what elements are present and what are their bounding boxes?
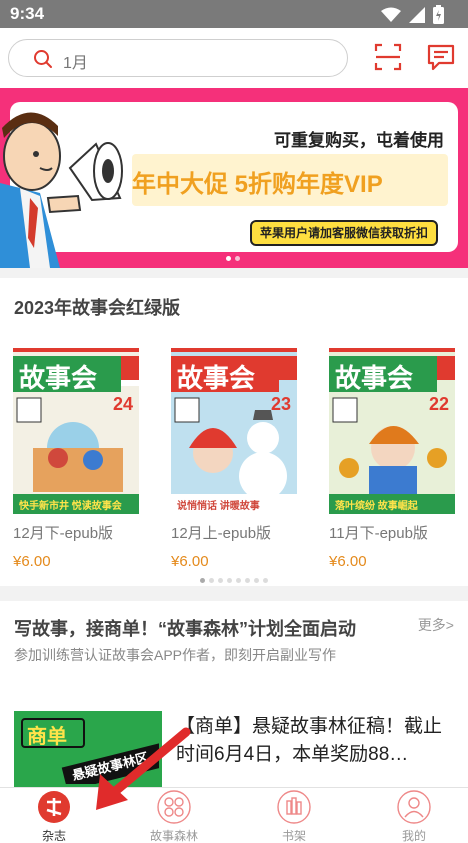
- search-icon: [34, 50, 52, 68]
- promo-title: 写故事，接商单！“故事森林”计划全面启动: [14, 619, 356, 639]
- cover-caption: 快手新市井 悦读故事会: [19, 501, 122, 512]
- pager-dot: [227, 578, 232, 583]
- message-icon[interactable]: [426, 42, 456, 72]
- pager-dot: [200, 578, 205, 583]
- magazine-name: 11月下-epub版: [329, 525, 428, 542]
- pager-dot: [236, 578, 241, 583]
- tab-mine[interactable]: 我的: [366, 790, 462, 843]
- cover-title: 故事会: [335, 364, 414, 394]
- magazine-section: 2023年故事会红绿版 故事会 24 快手新市井 悦读故事会 12月下-epub…: [0, 278, 468, 586]
- scan-icon[interactable]: [374, 42, 402, 72]
- signal-icon: [409, 6, 425, 23]
- banner-pager: [226, 256, 240, 261]
- magazine-cover[interactable]: 故事会 24 快手新市井 悦读故事会: [13, 348, 139, 514]
- banner-sub-text: 苹果用户请加客服微信获取折扣: [250, 220, 439, 246]
- magazine-item[interactable]: 故事会 24 快手新市井 悦读故事会 12月下-epub版 ¥6.00: [13, 348, 139, 570]
- cover-title: 故事会: [177, 364, 256, 394]
- thumb-label: 商单: [27, 726, 67, 748]
- magazine-price: ¥6.00: [329, 553, 367, 570]
- magazine-price: ¥6.00: [171, 553, 209, 570]
- search-input[interactable]: 1月: [8, 39, 348, 77]
- status-icons: [381, 5, 444, 24]
- cover-title: 故事会: [19, 364, 98, 394]
- pager-dot: [209, 578, 214, 583]
- cover-caption: 说悄悄话 讲暖故事: [177, 501, 260, 512]
- promo-banner[interactable]: 可重复购买，屯着使用 年中大促 5折购年度VIP 苹果用户请加客服微信获取折扣: [0, 88, 468, 268]
- tab-label: 我的: [401, 829, 426, 843]
- bookshelf-icon: [277, 790, 311, 824]
- more-link[interactable]: 更多>: [418, 615, 454, 635]
- search-placeholder: 1月: [63, 55, 88, 72]
- banner-dot: [226, 256, 231, 261]
- cover-issue: 24: [113, 394, 134, 414]
- tab-label: 故事森林: [149, 829, 198, 843]
- user-icon: [397, 790, 431, 824]
- pager-dot: [254, 578, 259, 583]
- status-time: 9:34: [10, 4, 45, 23]
- pager-dot: [263, 578, 268, 583]
- magazine-item[interactable]: 故事会 22 落叶缤纷 故事崛起 11月下-epub版 ¥6.00: [329, 348, 455, 570]
- banner-main-strip: 年中大促 5折购年度VIP: [132, 154, 448, 206]
- pager-dot: [245, 578, 250, 583]
- grid-circles-icon: [157, 790, 191, 824]
- tab-bookshelf[interactable]: 书架: [246, 790, 342, 843]
- banner-main-text: 年中大促 5折购年度VIP: [132, 171, 383, 198]
- magazine-cover[interactable]: 故事会 22 落叶缤纷 故事崛起: [329, 348, 455, 514]
- status-bar: 9:34: [0, 0, 468, 28]
- cover-issue: 23: [271, 394, 292, 414]
- cover-caption: 落叶缤纷 故事崛起: [335, 501, 418, 512]
- promo-section: 写故事，接商单！“故事森林”计划全面启动 更多> 参加训练营认证故事会APP作者…: [0, 601, 468, 787]
- tab-label: 杂志: [41, 829, 66, 843]
- magazine-pager: [200, 578, 268, 583]
- pager-dot: [218, 578, 223, 583]
- cover-issue: 22: [429, 394, 450, 414]
- tab-magazine[interactable]: 杂志: [6, 790, 102, 843]
- cartoon-man-megaphone-illustration: [0, 112, 123, 268]
- battery-icon: [433, 5, 444, 24]
- magazine-name: 12月上-epub版: [171, 525, 272, 542]
- banner-dot: [235, 256, 240, 261]
- banner-top-text: 可重复购买，屯着使用: [274, 131, 444, 150]
- magazine-cover[interactable]: 故事会 23 说悄悄话 讲暖故事: [171, 348, 297, 514]
- magazine-logo-icon: [38, 791, 70, 823]
- section-title: 2023年故事会红绿版: [14, 298, 181, 318]
- magazine-price: ¥6.00: [13, 553, 51, 570]
- magazine-item[interactable]: 故事会 23 说悄悄话 讲暖故事 12月上-epub版 ¥6.00: [171, 348, 297, 570]
- tab-story-forest[interactable]: 故事森林: [126, 790, 222, 843]
- bottom-tab-bar: 杂志 故事森林 书架 我的: [0, 787, 468, 843]
- promo-description: 参加训练营认证故事会APP作者，即刻开启副业写作: [14, 647, 337, 663]
- article-title[interactable]: 【商单】悬疑故事林征稿！截止时间6月4日，本单奖励88…: [176, 713, 456, 769]
- magazine-name: 12月下-epub版: [13, 525, 114, 542]
- tab-label: 书架: [281, 829, 306, 843]
- article-thumbnail[interactable]: 商单 悬疑故事林区: [14, 711, 162, 787]
- wifi-icon: [381, 7, 401, 22]
- top-bar: 1月: [0, 28, 468, 88]
